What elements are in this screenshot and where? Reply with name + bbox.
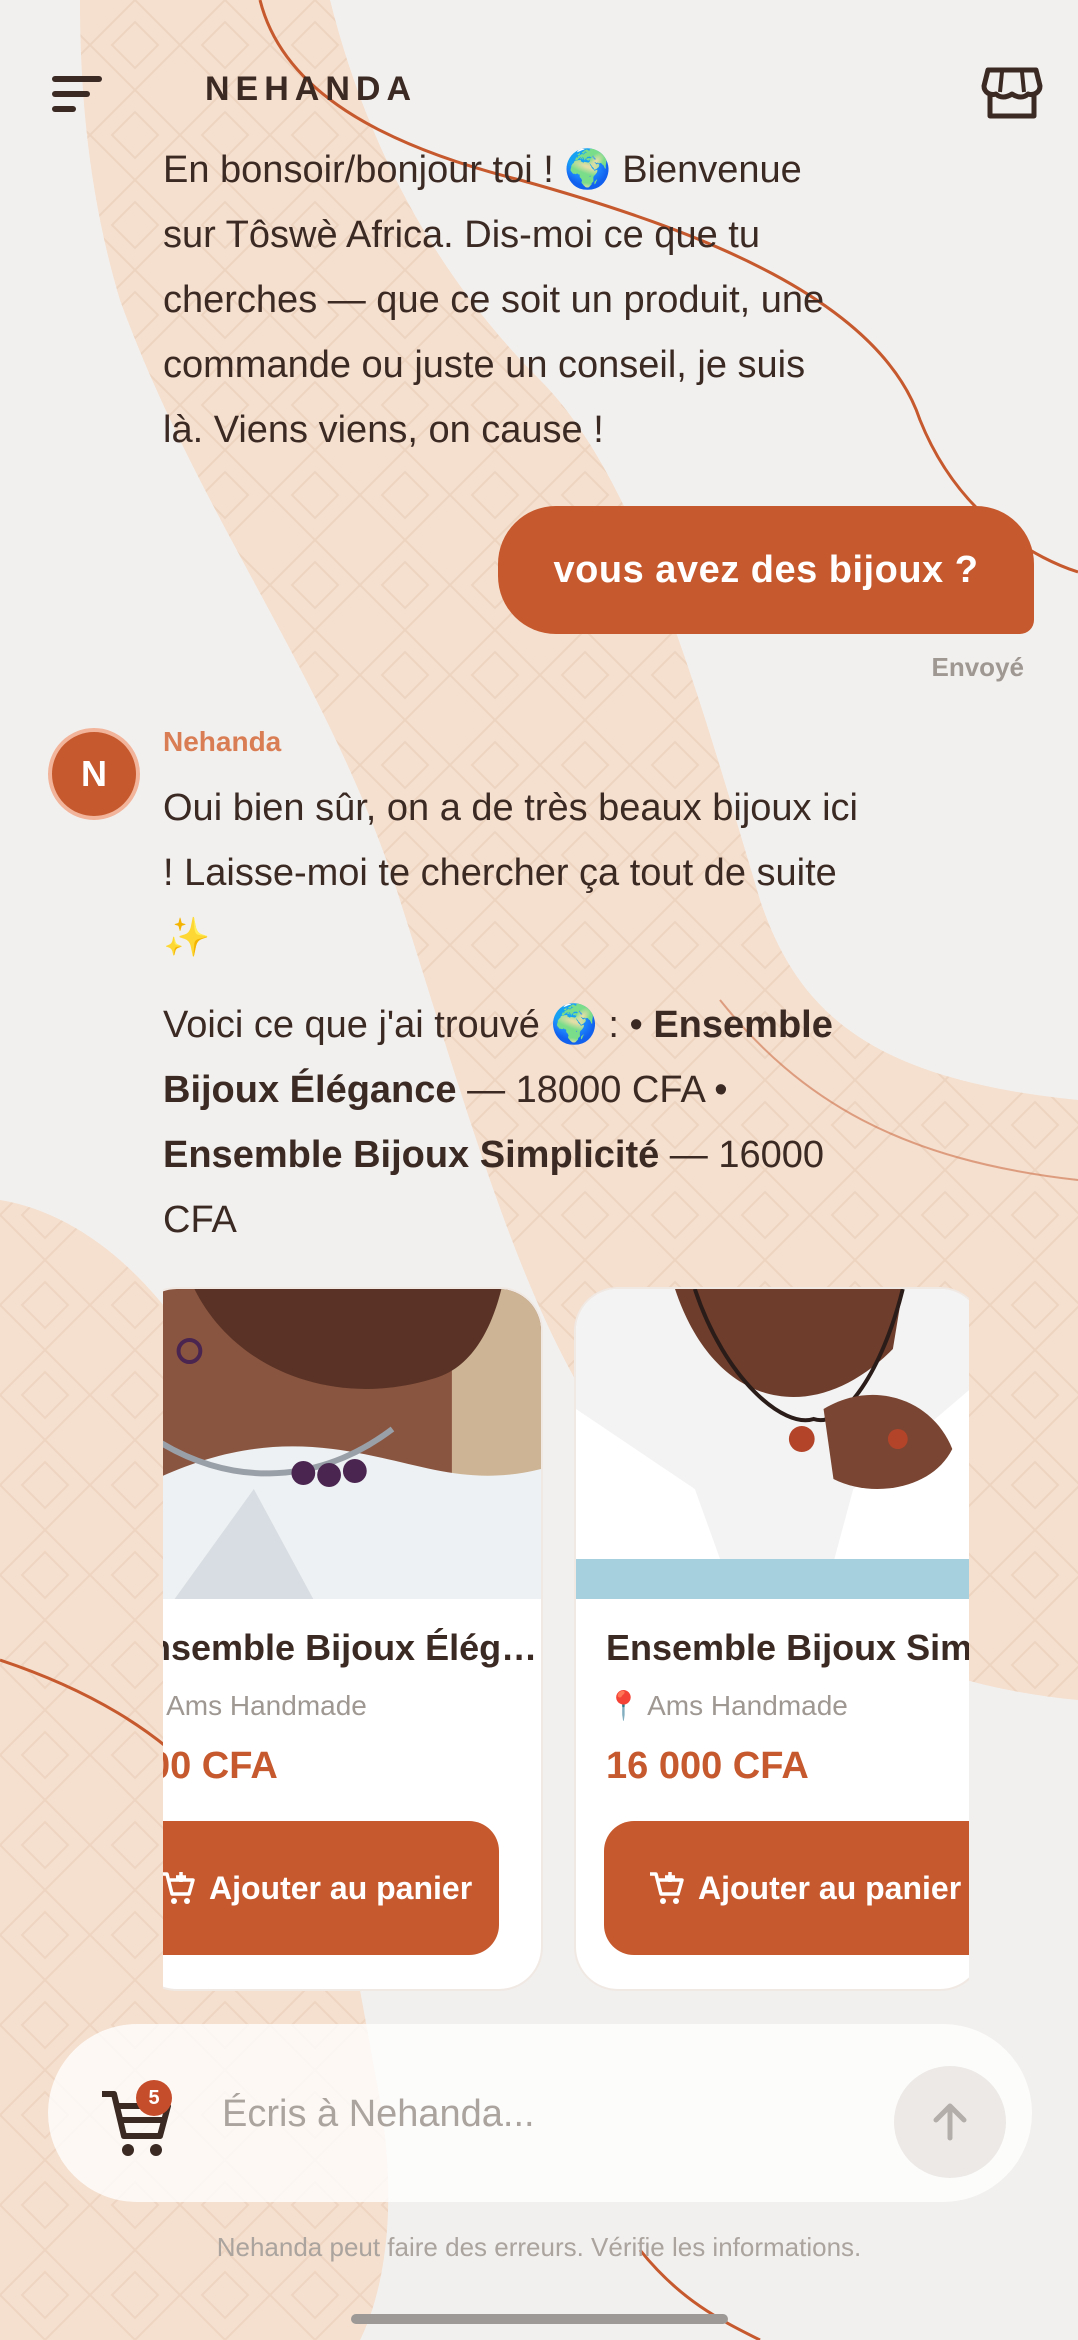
user-message-text: vous avez des bijoux ? [553, 548, 979, 591]
assistant-reply: Oui bien sûr, on a de très beaux bijoux … [163, 776, 973, 971]
menu-button[interactable] [44, 66, 108, 122]
message-status: Envoyé [931, 652, 1025, 682]
welcome-line: là. Viens viens, on cause ! [163, 409, 604, 451]
welcome-line: sur Tôswè Africa. Dis-moi ce que tu [163, 214, 760, 256]
product-image [576, 1289, 969, 1599]
product-image [163, 1289, 541, 1599]
reply-line: Oui bien sûr, on a de très beaux bijoux … [163, 787, 858, 829]
welcome-line: commande ou juste un conseil, je suis [163, 344, 806, 386]
add-to-cart-button[interactable]: Ajouter au panier [163, 1821, 499, 1955]
product-carousel[interactable]: Ensemble Bijoux Élég… 📍 Ams Handmade 18 … [163, 1287, 969, 1993]
result-item-name: Bijoux Élégance [163, 1069, 457, 1111]
arrow-up-icon [933, 2103, 967, 2141]
app-header: NEHANDA [0, 0, 1078, 180]
assistant-welcome-message: En bonsoir/bonjour toi ! 🌍 Bienvenue sur… [163, 138, 973, 463]
welcome-line: cherches — que ce soit un produit, une [163, 279, 825, 321]
product-card[interactable]: Ensemble Bijoux Élég… 📍 Ams Handmade 18 … [163, 1287, 543, 1991]
storefront-icon [981, 67, 1043, 119]
result-item-name: Ensemble Bijoux Simplicité [163, 1134, 660, 1176]
result-item-price: — 16000 [659, 1134, 825, 1176]
reply-line: ✨ [163, 917, 211, 959]
product-price: 16 000 CFA [606, 1745, 809, 1787]
result-item-price: CFA [163, 1199, 237, 1241]
user-message-bubble: vous avez des bijoux ? [498, 506, 1034, 634]
assistant-results-text: Voici ce que j'ai trouvé 🌍 : • Ensemble … [163, 993, 973, 1253]
assistant-avatar: N [48, 728, 140, 820]
avatar-initial: N [81, 753, 107, 794]
add-to-cart-label: Ajouter au panier [698, 1869, 962, 1906]
shop-button[interactable] [980, 64, 1044, 122]
reply-line: ! Laisse-moi te chercher ça tout de suit… [163, 852, 837, 894]
product-location: 📍 Ams Handmade [163, 1689, 367, 1722]
send-button[interactable] [894, 2066, 1006, 2178]
disclaimer-text: Nehanda peut faire des erreurs. Vérifie … [216, 2232, 862, 2262]
message-composer: 5 [48, 2024, 1032, 2202]
product-price: 18 000 CFA [163, 1745, 278, 1787]
product-title: Ensemble Bijoux Élég… [163, 1627, 538, 1668]
cart-count-badge: 5 [136, 2080, 172, 2116]
menu-icon [52, 76, 102, 112]
message-input[interactable] [220, 2078, 784, 2150]
result-item-name: Ensemble [653, 1004, 833, 1046]
assistant-name: Nehanda [163, 726, 282, 757]
results-intro: Voici ce que j'ai trouvé 🌍 : • [163, 1004, 654, 1046]
app-title: NEHANDA [205, 70, 417, 108]
add-to-cart-button[interactable]: Ajouter au panier [604, 1821, 969, 1955]
product-title: Ensemble Bijoux Simplicité [606, 1627, 969, 1668]
add-to-cart-label: Ajouter au panier [209, 1869, 473, 1906]
result-item-price: — 18000 CFA • [456, 1069, 728, 1111]
home-indicator [351, 2314, 728, 2324]
add-to-cart-icon [163, 1872, 195, 1904]
product-card[interactable]: Ensemble Bijoux Simplicité 📍 Ams Handmad… [574, 1287, 969, 1991]
location-pin-icon: 📍 [606, 1690, 648, 1721]
add-to-cart-icon [650, 1872, 684, 1904]
product-location: 📍 Ams Handmade [606, 1690, 848, 1721]
